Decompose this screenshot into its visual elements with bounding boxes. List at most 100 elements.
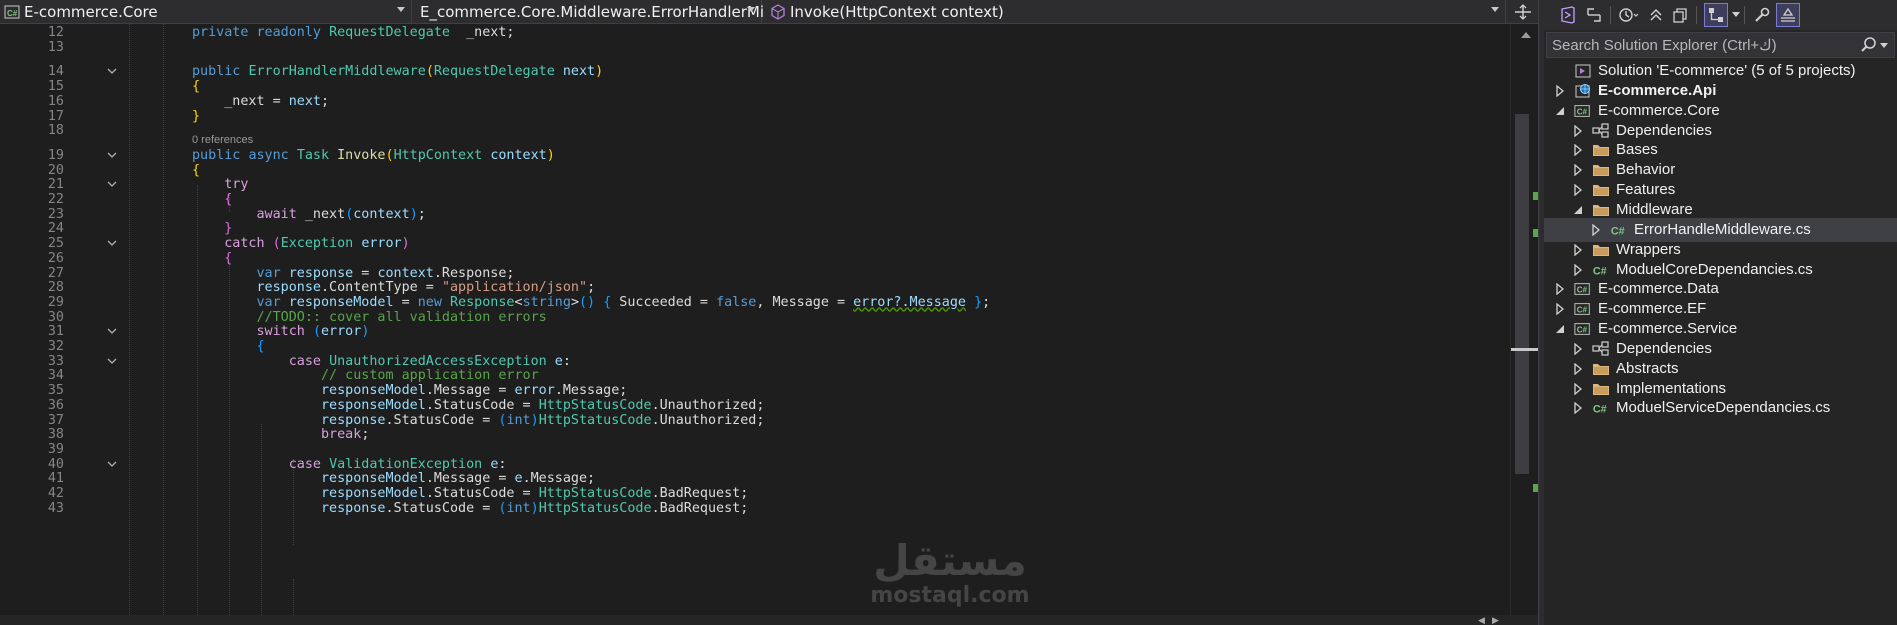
- tree-item-label: Wrappers: [1616, 240, 1681, 258]
- tree-item-label: Features: [1616, 181, 1676, 199]
- split-window-icon[interactable]: [1514, 4, 1532, 20]
- properties-toggle-button[interactable]: [1704, 3, 1728, 27]
- properties-button[interactable]: [1750, 3, 1774, 27]
- expand-arrow-icon[interactable]: [1572, 144, 1584, 157]
- type-dropdown-label: E_commerce.Core.Middleware.ErrorHandlerM…: [420, 2, 764, 21]
- expand-arrow-icon[interactable]: [1554, 303, 1566, 316]
- folder-icon: [1592, 161, 1610, 179]
- caret-position-marker: [1511, 348, 1539, 351]
- svg-text:C#: C#: [1593, 404, 1607, 416]
- tree-item-label: ErrorHandleMiddleware.cs: [1634, 220, 1811, 238]
- fold-chevron-icon[interactable]: [107, 179, 117, 189]
- folder-icon: [1592, 181, 1610, 199]
- line-number: 43: [47, 500, 64, 516]
- fold-chevron-icon[interactable]: [107, 150, 117, 160]
- scroll-left-icon[interactable]: ◀: [1478, 616, 1485, 625]
- chevron-down-icon[interactable]: [1732, 12, 1740, 17]
- method-icon: [771, 3, 785, 20]
- fold-chevron-icon[interactable]: [107, 326, 117, 336]
- svg-text:C#: C#: [1577, 326, 1588, 335]
- chevron-down-icon: [747, 6, 755, 12]
- show-all-files-button[interactable]: [1668, 3, 1692, 27]
- fold-chevron-icon[interactable]: [107, 459, 117, 469]
- solution-icon: [1574, 62, 1592, 80]
- fold-chevron-icon[interactable]: [107, 238, 117, 248]
- expand-arrow-icon[interactable]: [1554, 283, 1566, 296]
- folder-icon: [1592, 380, 1610, 398]
- csharp-file-icon: C#: [1592, 399, 1610, 417]
- tree-item-label: E-commerce.Service: [1598, 320, 1738, 338]
- dependencies-icon: [1592, 122, 1610, 140]
- chevron-down-icon[interactable]: [1880, 42, 1888, 48]
- csharp-project-icon: C#: [1574, 280, 1592, 298]
- chevron-down-icon: [1491, 6, 1499, 12]
- member-dropdown[interactable]: Invoke(HttpContext context): [762, 0, 1506, 24]
- solution-explorer-search[interactable]: [1546, 32, 1895, 58]
- code-line[interactable]: 13: [0, 39, 1510, 57]
- tree-item-label: ModuelServiceDependancies.cs: [1616, 399, 1831, 417]
- dependencies-icon: [1592, 340, 1610, 358]
- switch-views-button[interactable]: [1556, 3, 1580, 27]
- scroll-up-icon[interactable]: [1521, 32, 1531, 38]
- wrench-icon: [1755, 7, 1770, 22]
- search-icon[interactable]: [1860, 36, 1878, 54]
- expand-arrow-icon[interactable]: [1572, 263, 1584, 276]
- toolbar-separator: [1696, 6, 1697, 24]
- tree-item-label: Middleware: [1616, 200, 1693, 218]
- type-dropdown[interactable]: E_commerce.Core.Middleware.ErrorHandlerM…: [412, 0, 764, 24]
- collapse-arrow-icon[interactable]: [1572, 204, 1584, 216]
- expand-arrow-icon[interactable]: [1572, 382, 1584, 395]
- preview-selected-items-button[interactable]: [1776, 3, 1800, 27]
- fold-chevron-icon[interactable]: [107, 356, 117, 366]
- svg-text:C#: C#: [1577, 286, 1588, 295]
- toolbar-separator: [1744, 6, 1745, 24]
- svg-text:C#: C#: [1593, 265, 1607, 277]
- expand-arrow-icon[interactable]: [1554, 84, 1566, 97]
- collapse-arrow-icon[interactable]: [1554, 323, 1566, 335]
- project-dropdown[interactable]: C# E-commerce.Core: [0, 0, 412, 24]
- svg-text:C#: C#: [7, 9, 18, 18]
- csharp-project-icon: C#: [4, 4, 20, 19]
- code-area[interactable]: 12 private readonly RequestDelegate _next…: [0, 24, 1510, 615]
- expand-arrow-icon[interactable]: [1590, 223, 1602, 236]
- fold-chevron-icon[interactable]: [107, 66, 117, 76]
- solution-explorer: Solution 'E-commerce' (5 of 5 projects) E…: [1544, 0, 1897, 625]
- expand-arrow-icon[interactable]: [1572, 124, 1584, 137]
- tree-item[interactable]: C# ModuelServiceDependancies.cs: [1544, 396, 1897, 420]
- codelens-references[interactable]: 0 references: [192, 133, 253, 147]
- code-line[interactable]: 43 response.StatusCode = (int)HttpStatus…: [0, 500, 1510, 518]
- code-editor: C# E-commerce.Core E_commerce.Core.Middl…: [0, 0, 1539, 625]
- expand-arrow-icon[interactable]: [1572, 184, 1584, 197]
- sync-with-active-document-button[interactable]: [1582, 3, 1606, 27]
- tree-item-label: Bases: [1616, 141, 1658, 159]
- scroll-thumb[interactable]: [1515, 114, 1529, 474]
- code-token: response: [321, 500, 386, 516]
- code-text: response.StatusCode = (int)HttpStatusCod…: [192, 500, 748, 518]
- collapse-arrow-icon[interactable]: [1554, 105, 1566, 117]
- solution-explorer-toolbar: [1544, 0, 1897, 30]
- expand-arrow-icon[interactable]: [1572, 342, 1584, 355]
- csharp-file-icon: C#: [1610, 221, 1628, 239]
- scroll-right-icon[interactable]: ▶: [1492, 616, 1499, 625]
- csharp-file-icon: C#: [1592, 261, 1610, 279]
- expand-arrow-icon[interactable]: [1572, 243, 1584, 256]
- collapse-all-button[interactable]: [1644, 3, 1668, 27]
- tree-item-label: E-commerce.Api: [1598, 81, 1717, 99]
- expand-arrow-icon[interactable]: [1572, 402, 1584, 415]
- editor-vertical-scrollbar[interactable]: [1510, 24, 1539, 615]
- history-icon: [1619, 8, 1639, 22]
- chevron-up-icon: [1650, 8, 1662, 21]
- tree-item-label: Solution 'E-commerce' (5 of 5 projects): [1598, 62, 1856, 79]
- preview-icon: [1781, 7, 1795, 22]
- project-dropdown-label: E-commerce.Core: [24, 2, 158, 21]
- folder-icon: [1592, 241, 1610, 259]
- editor-horizontal-scrollbar[interactable]: ◀ ▶: [0, 615, 1538, 625]
- expand-arrow-icon[interactable]: [1572, 362, 1584, 375]
- pending-changes-filter-button[interactable]: [1616, 3, 1640, 27]
- tree-item-label: Dependencies: [1616, 121, 1712, 139]
- expand-arrow-icon[interactable]: [1572, 164, 1584, 177]
- svg-text:C#: C#: [1577, 107, 1588, 116]
- tree-item-label: E-commerce.Core: [1598, 101, 1720, 119]
- search-input[interactable]: [1547, 33, 1860, 57]
